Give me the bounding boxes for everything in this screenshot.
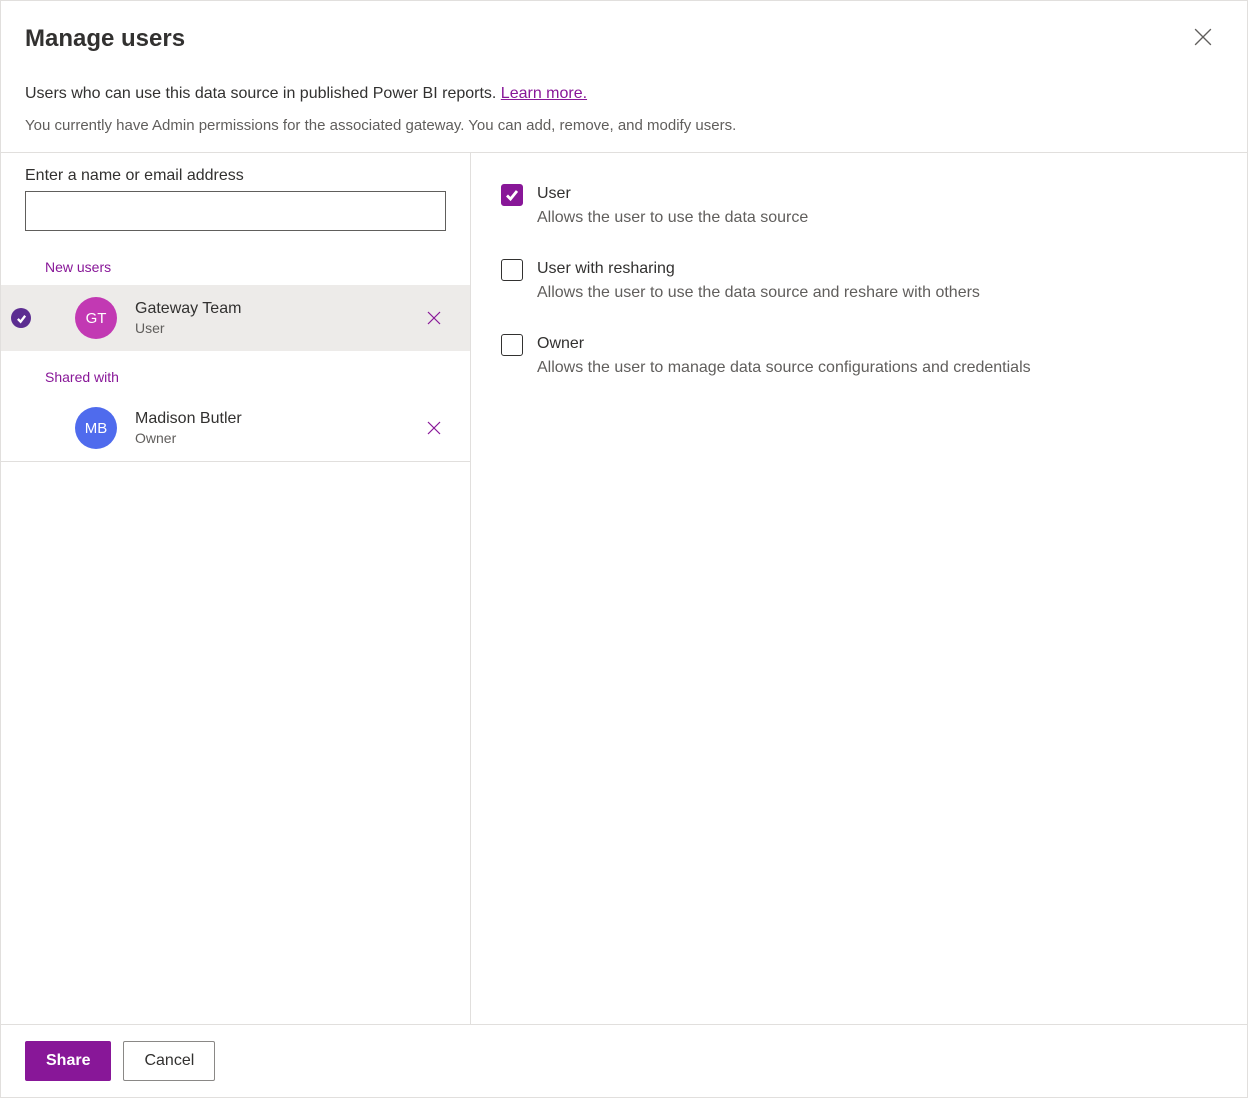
avatar: MB bbox=[75, 407, 117, 449]
permission-owner: Owner Allows the user to manage data sou… bbox=[501, 333, 1217, 380]
selected-indicator bbox=[11, 308, 31, 328]
search-area: Enter a name or email address bbox=[1, 153, 470, 241]
permission-user-resharing-checkbox[interactable] bbox=[501, 259, 523, 281]
remove-user-button[interactable] bbox=[418, 412, 450, 444]
cancel-button[interactable]: Cancel bbox=[123, 1041, 215, 1081]
permission-description: Allows the user to manage data source co… bbox=[537, 357, 1217, 379]
user-row-gateway-team[interactable]: GT Gateway Team User bbox=[1, 285, 470, 351]
new-users-section-label: New users bbox=[1, 241, 470, 285]
close-button[interactable] bbox=[1187, 21, 1219, 53]
user-role: Owner bbox=[135, 429, 418, 447]
permission-label: User bbox=[537, 183, 1217, 205]
checkmark-icon bbox=[16, 313, 27, 324]
dialog-subdescription: You currently have Admin permissions for… bbox=[25, 117, 1223, 134]
share-button[interactable]: Share bbox=[25, 1041, 111, 1081]
users-panel: Enter a name or email address New users … bbox=[1, 153, 471, 1024]
name-email-input[interactable] bbox=[25, 191, 446, 231]
close-icon bbox=[426, 310, 442, 326]
learn-more-link[interactable]: Learn more. bbox=[501, 85, 587, 102]
permission-description: Allows the user to use the data source a… bbox=[537, 282, 1217, 304]
user-name: Gateway Team bbox=[135, 299, 418, 320]
dialog-body: Enter a name or email address New users … bbox=[1, 153, 1247, 1024]
close-icon bbox=[426, 420, 442, 436]
dialog-description: Users who can use this data source in pu… bbox=[25, 85, 1223, 103]
user-name: Madison Butler bbox=[135, 409, 418, 430]
checkmark-icon bbox=[505, 188, 519, 202]
permission-user: User Allows the user to use the data sou… bbox=[501, 183, 1217, 230]
search-label: Enter a name or email address bbox=[25, 167, 446, 185]
close-icon bbox=[1194, 28, 1212, 46]
user-info: Gateway Team User bbox=[135, 299, 418, 338]
manage-users-dialog: Manage users Users who can use this data… bbox=[0, 0, 1248, 1098]
user-info: Madison Butler Owner bbox=[135, 409, 418, 448]
avatar: GT bbox=[75, 297, 117, 339]
user-role: User bbox=[135, 319, 418, 337]
permission-label: Owner bbox=[537, 333, 1217, 355]
permission-user-resharing: User with resharing Allows the user to u… bbox=[501, 258, 1217, 305]
description-text: Users who can use this data source in pu… bbox=[25, 85, 501, 102]
shared-with-list: MB Madison Butler Owner bbox=[1, 395, 470, 462]
dialog-header: Manage users Users who can use this data… bbox=[1, 1, 1247, 153]
permission-user-checkbox[interactable] bbox=[501, 184, 523, 206]
permissions-panel: User Allows the user to use the data sou… bbox=[471, 153, 1247, 1024]
remove-user-button[interactable] bbox=[418, 302, 450, 334]
dialog-title: Manage users bbox=[25, 25, 1223, 53]
permission-owner-checkbox[interactable] bbox=[501, 334, 523, 356]
permission-label: User with resharing bbox=[537, 258, 1217, 280]
shared-with-section-label: Shared with bbox=[1, 351, 470, 395]
user-row-madison-butler[interactable]: MB Madison Butler Owner bbox=[1, 395, 470, 461]
permission-description: Allows the user to use the data source bbox=[537, 207, 1217, 229]
dialog-footer: Share Cancel bbox=[1, 1024, 1247, 1097]
